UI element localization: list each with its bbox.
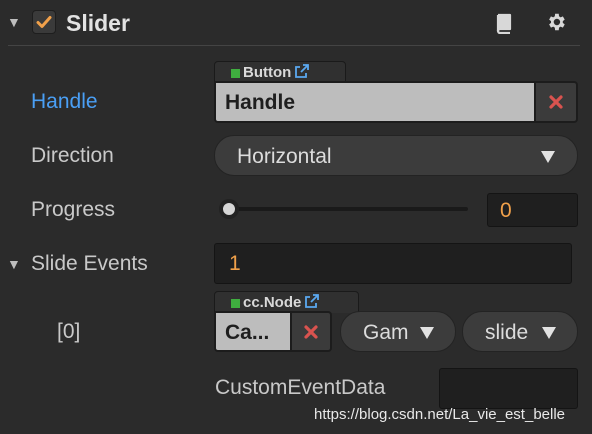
chevron-down-icon [541, 151, 555, 163]
custom-event-data-input[interactable] [439, 368, 578, 409]
type-color-square [231, 69, 240, 78]
progress-slider-track[interactable] [222, 207, 468, 211]
progress-slider-knob[interactable] [219, 199, 239, 219]
type-color-square [231, 299, 240, 308]
book-icon[interactable] [493, 12, 515, 39]
event-target-type-label: cc.Node [243, 294, 302, 311]
enabled-checkbox[interactable] [32, 10, 56, 34]
chevron-down-icon [420, 327, 434, 339]
component-title: Slider [66, 10, 130, 36]
collapse-arrow-icon[interactable]: ▼ [7, 14, 21, 30]
handle-object-field[interactable]: Handle [214, 81, 536, 123]
custom-event-data-label: CustomEventData [215, 376, 386, 399]
event-handler-select[interactable]: slide [462, 311, 578, 352]
event-component-select[interactable]: Gam [340, 311, 456, 352]
slide-events-collapse-icon[interactable]: ▼ [7, 256, 21, 272]
checkmark-icon [36, 16, 52, 28]
event-target-clear-button[interactable] [292, 311, 332, 352]
handle-type-tag: Button [214, 61, 346, 83]
handle-label: Handle [31, 90, 98, 113]
handle-value: Handle [225, 91, 296, 114]
event-target-value: Ca... [225, 321, 270, 344]
event-target-field[interactable]: Ca... [214, 311, 292, 352]
progress-label: Progress [31, 198, 116, 221]
external-link-icon[interactable] [304, 293, 320, 313]
slide-events-label: Slide Events [31, 252, 148, 275]
direction-select[interactable]: Horizontal [214, 135, 578, 176]
event-target-type-tag: cc.Node [214, 291, 359, 313]
header-divider [8, 45, 580, 46]
event-index-label: [0] [57, 320, 81, 343]
handle-clear-button[interactable] [536, 81, 578, 123]
close-icon [549, 95, 563, 109]
direction-value: Horizontal [237, 145, 332, 168]
handle-type-label: Button [243, 64, 292, 81]
chevron-down-icon [542, 327, 556, 339]
watermark-text: https://blog.csdn.net/La_vie_est_belle [314, 406, 566, 423]
close-icon [304, 324, 318, 339]
external-link-icon[interactable] [294, 63, 310, 83]
progress-input[interactable]: 0 [487, 193, 578, 227]
direction-label: Direction [31, 144, 114, 167]
event-handler-value: slide [485, 321, 529, 344]
slide-events-count-input[interactable]: 1 [214, 243, 572, 284]
gear-icon[interactable] [545, 11, 567, 38]
event-component-value: Gam [363, 321, 409, 344]
progress-value: 0 [500, 199, 512, 222]
slide-events-count: 1 [229, 252, 241, 275]
